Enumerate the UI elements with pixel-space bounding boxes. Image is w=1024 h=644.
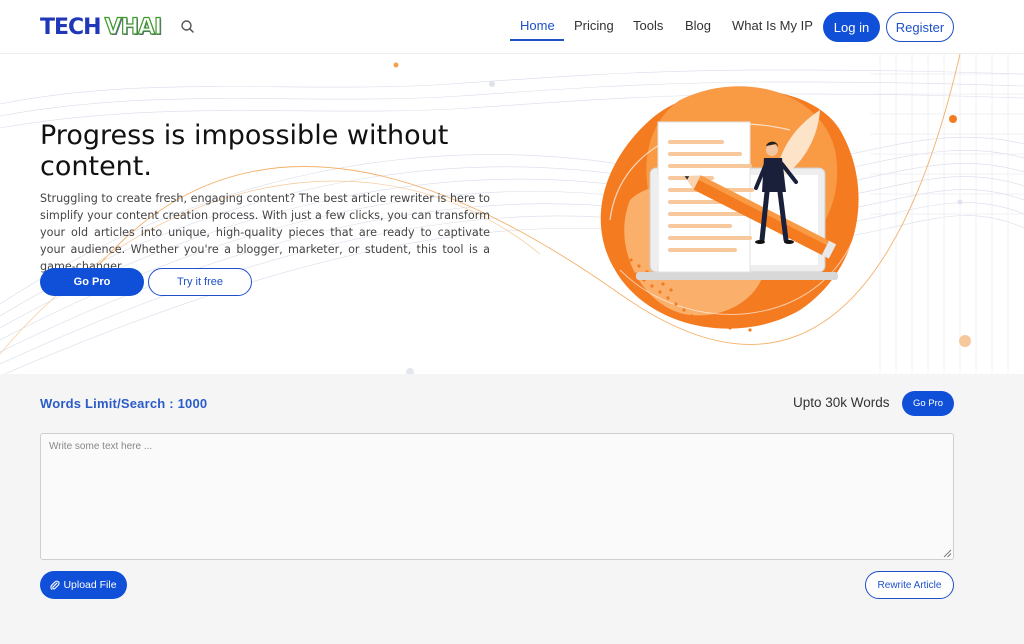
nav-tools[interactable]: Tools [633,18,663,33]
upload-file-label: Upload File [63,579,117,591]
nav-blog[interactable]: Blog [685,18,711,33]
hero-title: Progress is impossible without content. [40,120,449,182]
paperclip-icon [50,580,61,590]
resize-grip-icon[interactable] [943,549,952,558]
hero-section: Progress is impossible without content. … [0,54,1024,374]
rewriter-tool-section: Words Limit/Search : 1000 Upto 30k Words… [0,374,1024,644]
nav-what-is-my-ip[interactable]: What Is My IP [732,18,813,33]
upto-words-text: Upto 30k Words [793,395,890,410]
logo-text-tech: TECH [40,14,102,40]
words-limit-label: Words Limit/Search : 1000 [40,396,208,411]
try-free-button[interactable]: Try it free [148,268,252,296]
logo-text-vhai: VHAI [104,14,163,40]
nav-home[interactable]: Home [520,18,555,33]
register-button[interactable]: Register [886,12,954,42]
upload-file-button[interactable]: Upload File [40,571,127,599]
search-icon[interactable] [179,18,197,36]
nav-pricing[interactable]: Pricing [574,18,614,33]
nav-active-indicator [510,39,564,41]
go-pro-button[interactable]: Go Pro [40,268,144,296]
go-pro-small-button[interactable]: Go Pro [902,391,954,416]
hero-illustration [600,86,861,332]
site-logo[interactable]: TECH VHAI [40,14,163,40]
login-button[interactable]: Log in [823,12,880,42]
article-text-input[interactable] [40,433,954,560]
site-header: TECH VHAI Home Pricing Tools Blog What I… [0,0,1024,54]
hero-description: Struggling to create fresh, engaging con… [40,192,490,273]
rewrite-article-button[interactable]: Rewrite Article [865,571,954,599]
